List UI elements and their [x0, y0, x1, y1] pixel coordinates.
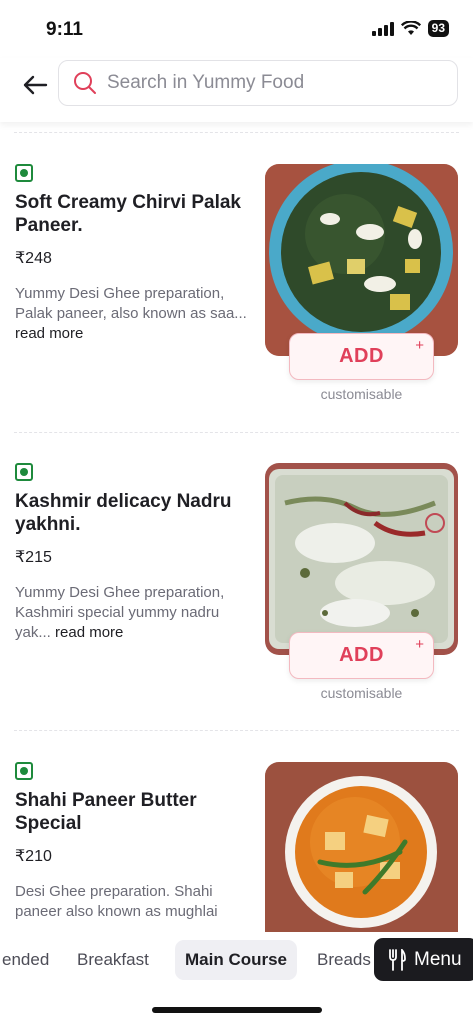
add-label: ADD — [339, 345, 384, 367]
tab-main-course[interactable]: Main Course — [175, 940, 298, 980]
veg-icon — [15, 762, 33, 780]
search-bar[interactable] — [58, 60, 458, 106]
dish-description: Desi Ghee preparation. Shahi paneer also… — [15, 883, 218, 920]
menu-label: Menu — [414, 948, 462, 970]
back-arrow-icon — [23, 75, 48, 95]
menu-button[interactable]: Menu — [374, 938, 473, 981]
palak-paneer-image — [265, 164, 458, 356]
dish-image[interactable] — [265, 762, 458, 932]
read-more-link[interactable]: read more — [55, 624, 123, 641]
status-icons: 93 — [371, 20, 449, 37]
divider — [14, 730, 459, 731]
tab-recommended[interactable]: ended — [0, 940, 59, 980]
veg-icon — [15, 164, 33, 182]
veg-icon — [15, 463, 33, 481]
dish-name: Soft Creamy Chirvi Palak Paneer. — [15, 192, 241, 236]
search-icon — [74, 72, 96, 94]
read-more-link[interactable]: read more — [15, 325, 83, 342]
dish-price: ₹210 — [15, 848, 52, 865]
divider — [14, 432, 459, 433]
dish-card[interactable]: Soft Creamy Chirvi Palak Paneer. ₹248 Yu… — [0, 164, 473, 464]
customisable-note: customisable — [320, 386, 403, 402]
fork-knife-icon — [389, 948, 406, 971]
divider — [14, 132, 459, 133]
dish-description: Yummy Desi Ghee preparation, Kashmiri sp… — [15, 583, 253, 643]
dish-image[interactable] — [265, 164, 458, 356]
signal-icon — [371, 21, 394, 36]
customisable-note: customisable — [320, 685, 403, 701]
back-button[interactable] — [18, 68, 52, 102]
dish-name: Kashmir delicacy Nadru yakhni. — [15, 491, 232, 535]
wifi-icon — [400, 21, 421, 35]
dish-list[interactable]: Soft Creamy Chirvi Palak Paneer. ₹248 Yu… — [0, 122, 473, 932]
tab-breakfast[interactable]: Breakfast — [67, 940, 159, 980]
status-time: 9:11 — [46, 19, 83, 40]
status-bar: 9:11 93 — [0, 0, 473, 58]
description-text: Yummy Desi Ghee preparation, Palak panee… — [15, 285, 247, 322]
dish-card[interactable]: Shahi Paneer Butter Special ₹210 Desi Gh… — [0, 762, 473, 932]
dish-card[interactable]: Kashmir delicacy Nadru yakhni. ₹215 Yumm… — [0, 463, 473, 763]
battery-indicator: 93 — [427, 20, 449, 37]
dish-description: Yummy Desi Ghee preparation, Palak panee… — [15, 284, 253, 344]
dish-price: ₹248 — [15, 250, 52, 267]
plus-icon: + — [415, 337, 424, 354]
add-button[interactable]: ADD + — [289, 632, 434, 679]
shahi-paneer-image — [265, 762, 458, 932]
home-indicator[interactable] — [152, 1007, 322, 1013]
nadru-yakhni-image — [265, 463, 458, 655]
plus-icon: + — [415, 636, 424, 653]
dish-price: ₹215 — [15, 549, 52, 566]
header — [0, 58, 473, 122]
dish-name: Shahi Paneer Butter Special — [15, 790, 197, 834]
dish-image[interactable] — [265, 463, 458, 655]
tab-breads[interactable]: Breads — [307, 940, 381, 980]
add-label: ADD — [339, 644, 384, 666]
add-button[interactable]: ADD + — [289, 333, 434, 380]
search-input[interactable] — [107, 72, 427, 94]
